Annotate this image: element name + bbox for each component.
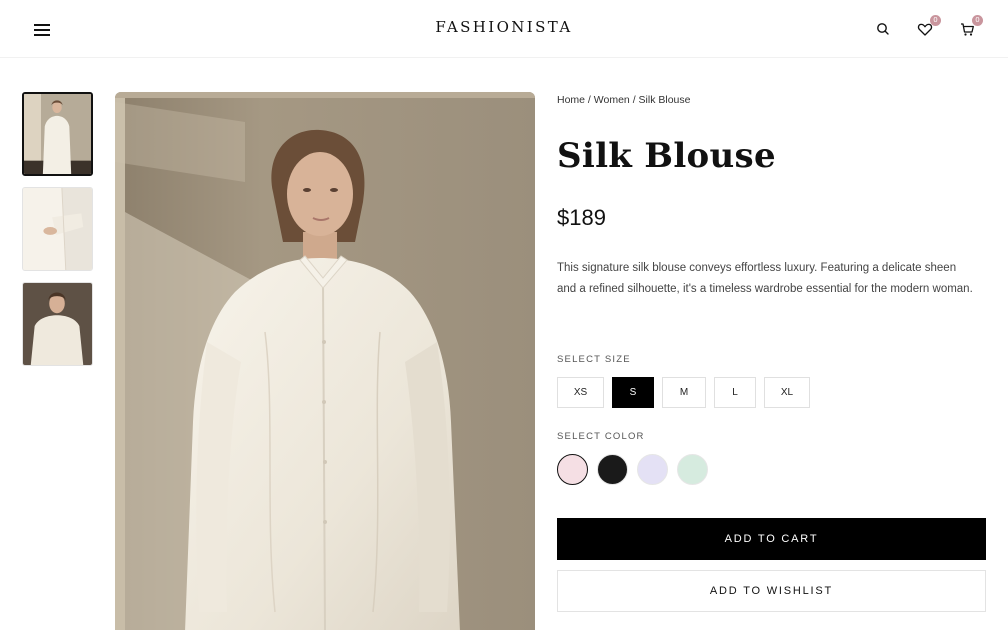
wishlist-count-badge: 0 bbox=[930, 15, 941, 26]
breadcrumb-separator: / bbox=[585, 94, 594, 106]
brand-logo[interactable]: FASHIONISTA bbox=[435, 18, 572, 36]
breadcrumb-women[interactable]: Women bbox=[594, 94, 630, 106]
breadcrumb-current: Silk Blouse bbox=[638, 94, 691, 106]
size-section-label: SELECT SIZE bbox=[557, 354, 631, 365]
size-option-l[interactable]: L bbox=[714, 377, 756, 408]
search-icon[interactable] bbox=[871, 18, 895, 40]
product-photo bbox=[115, 92, 535, 630]
color-selector bbox=[557, 454, 708, 485]
thumbnail-image bbox=[23, 188, 92, 270]
thumbnail-image bbox=[23, 283, 92, 365]
breadcrumb: Home / Women / Silk Blouse bbox=[557, 94, 691, 106]
size-option-m[interactable]: M bbox=[662, 377, 706, 408]
color-swatch-mint[interactable] bbox=[677, 454, 708, 485]
thumbnail-upper-body-front[interactable] bbox=[22, 282, 93, 366]
size-selector: XS S M L XL bbox=[557, 377, 810, 408]
add-to-wishlist-button[interactable]: ADD TO WISHLIST bbox=[557, 570, 986, 612]
color-swatch-lavender[interactable] bbox=[637, 454, 668, 485]
size-option-xs[interactable]: XS bbox=[557, 377, 604, 408]
thumbnail-image bbox=[24, 94, 91, 174]
size-option-s[interactable]: S bbox=[612, 377, 654, 408]
thumbnail-sleeve-detail[interactable] bbox=[22, 187, 93, 271]
cart-button[interactable]: 0 bbox=[955, 15, 983, 40]
add-to-cart-button[interactable]: ADD TO CART bbox=[557, 518, 986, 560]
thumbnail-full-length-front[interactable] bbox=[22, 92, 93, 176]
breadcrumb-home[interactable]: Home bbox=[557, 94, 585, 106]
hamburger-menu-icon[interactable] bbox=[30, 18, 54, 40]
product-title: Silk Blouse bbox=[557, 136, 776, 176]
color-swatch-black[interactable] bbox=[597, 454, 628, 485]
color-swatch-pink[interactable] bbox=[557, 454, 588, 485]
product-description: This signature silk blouse conveys effor… bbox=[557, 262, 973, 295]
breadcrumb-separator: / bbox=[629, 94, 639, 106]
size-option-xl[interactable]: XL bbox=[764, 377, 810, 408]
site-header: FASHIONISTA 0 0 bbox=[0, 0, 1008, 58]
main-product-image[interactable] bbox=[115, 92, 535, 630]
product-price: $189 bbox=[557, 205, 606, 230]
wishlist-button[interactable]: 0 bbox=[913, 15, 941, 40]
color-section-label: SELECT COLOR bbox=[557, 431, 645, 442]
cart-count-badge: 0 bbox=[972, 15, 983, 26]
